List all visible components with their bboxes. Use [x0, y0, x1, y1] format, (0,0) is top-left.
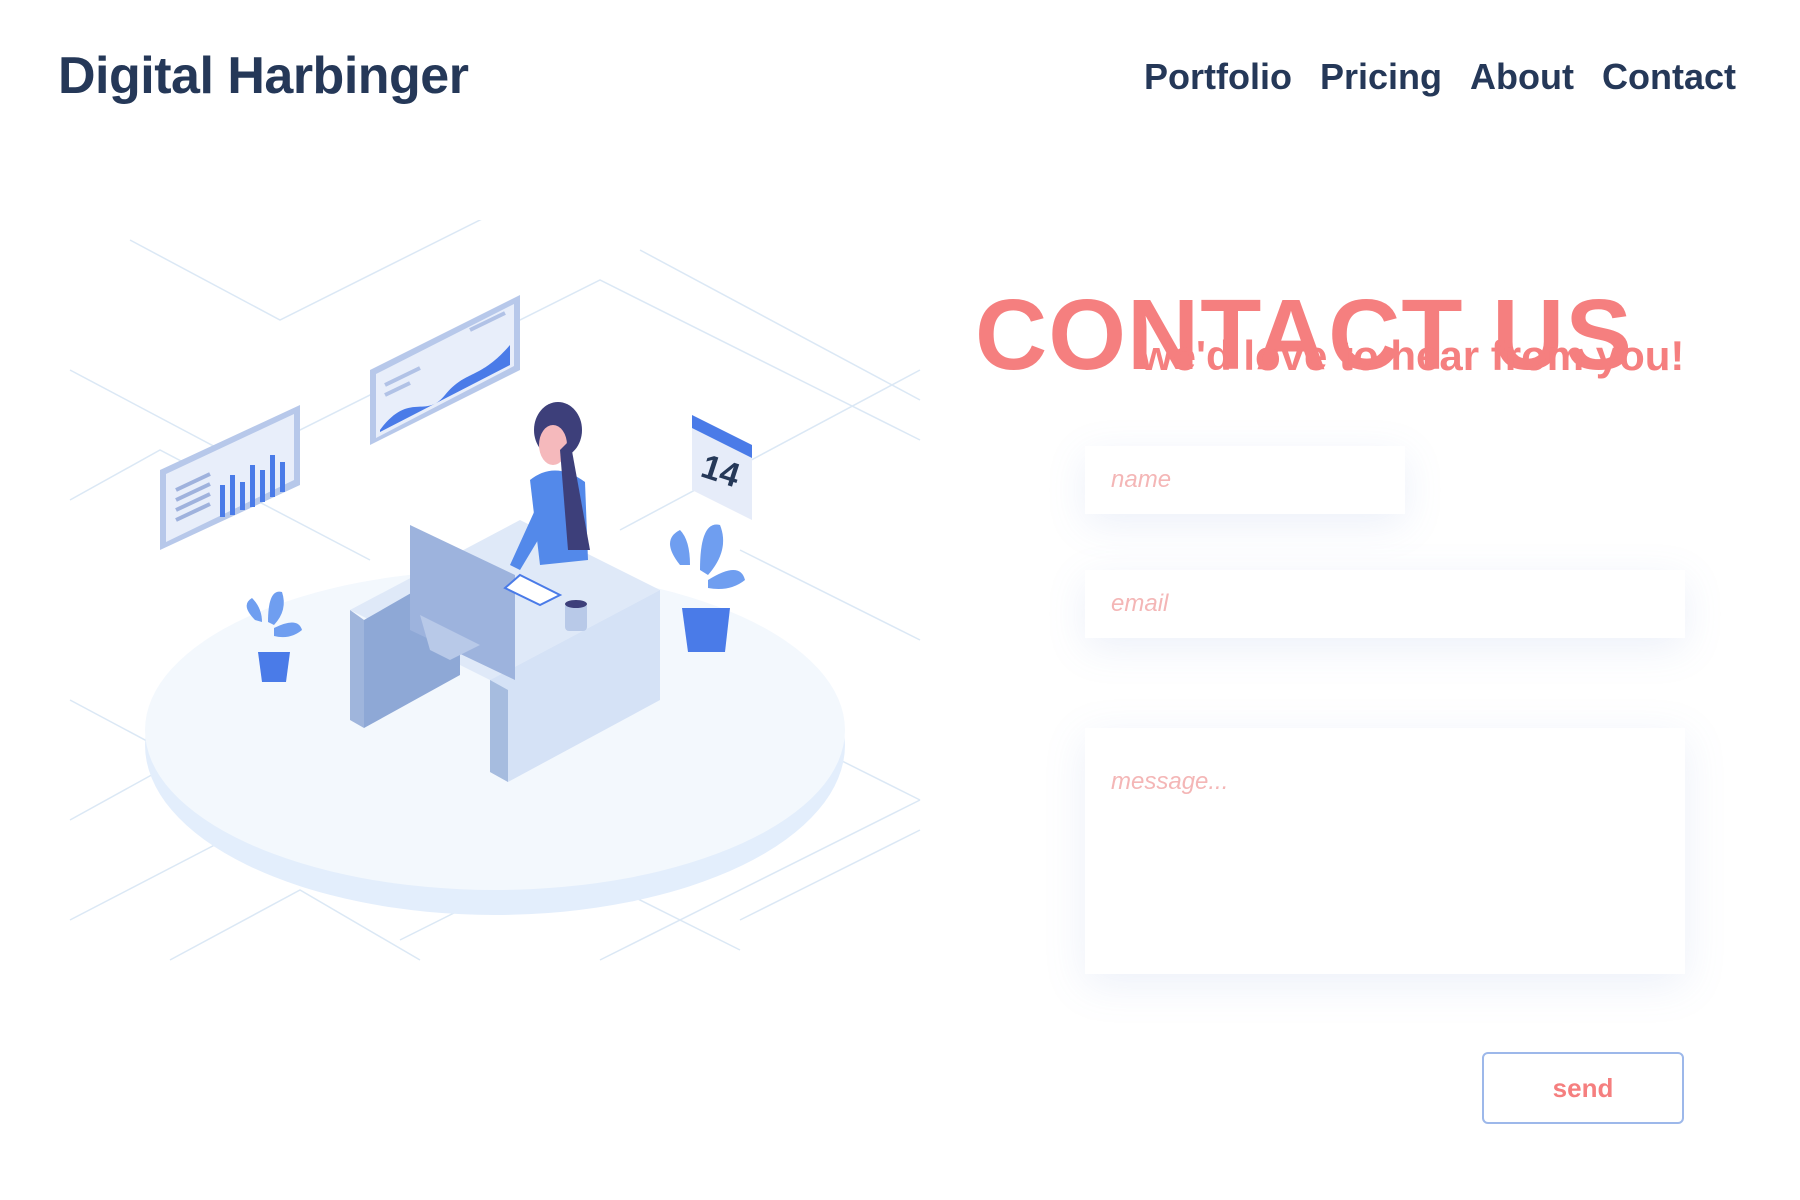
page-subtitle: we'd love to hear from you! — [1140, 332, 1685, 379]
message-field[interactable] — [1085, 728, 1685, 974]
nav-about[interactable]: About — [1470, 56, 1574, 98]
send-button[interactable]: send — [1482, 1052, 1684, 1124]
nav-pricing[interactable]: Pricing — [1320, 56, 1442, 98]
bar-chart-panel — [160, 405, 300, 550]
name-field[interactable] — [1085, 446, 1405, 514]
nav-portfolio[interactable]: Portfolio — [1144, 56, 1292, 98]
brand-logo[interactable]: Digital Harbinger — [58, 46, 469, 106]
calendar-icon: 14 — [692, 415, 752, 520]
nav-contact[interactable]: Contact — [1602, 56, 1736, 98]
office-illustration: 14 — [69, 220, 921, 961]
area-chart-panel — [370, 295, 520, 445]
coffee-mug-icon — [565, 600, 587, 631]
main-nav: Portfolio Pricing About Contact — [1144, 56, 1736, 98]
email-field[interactable] — [1085, 570, 1685, 638]
